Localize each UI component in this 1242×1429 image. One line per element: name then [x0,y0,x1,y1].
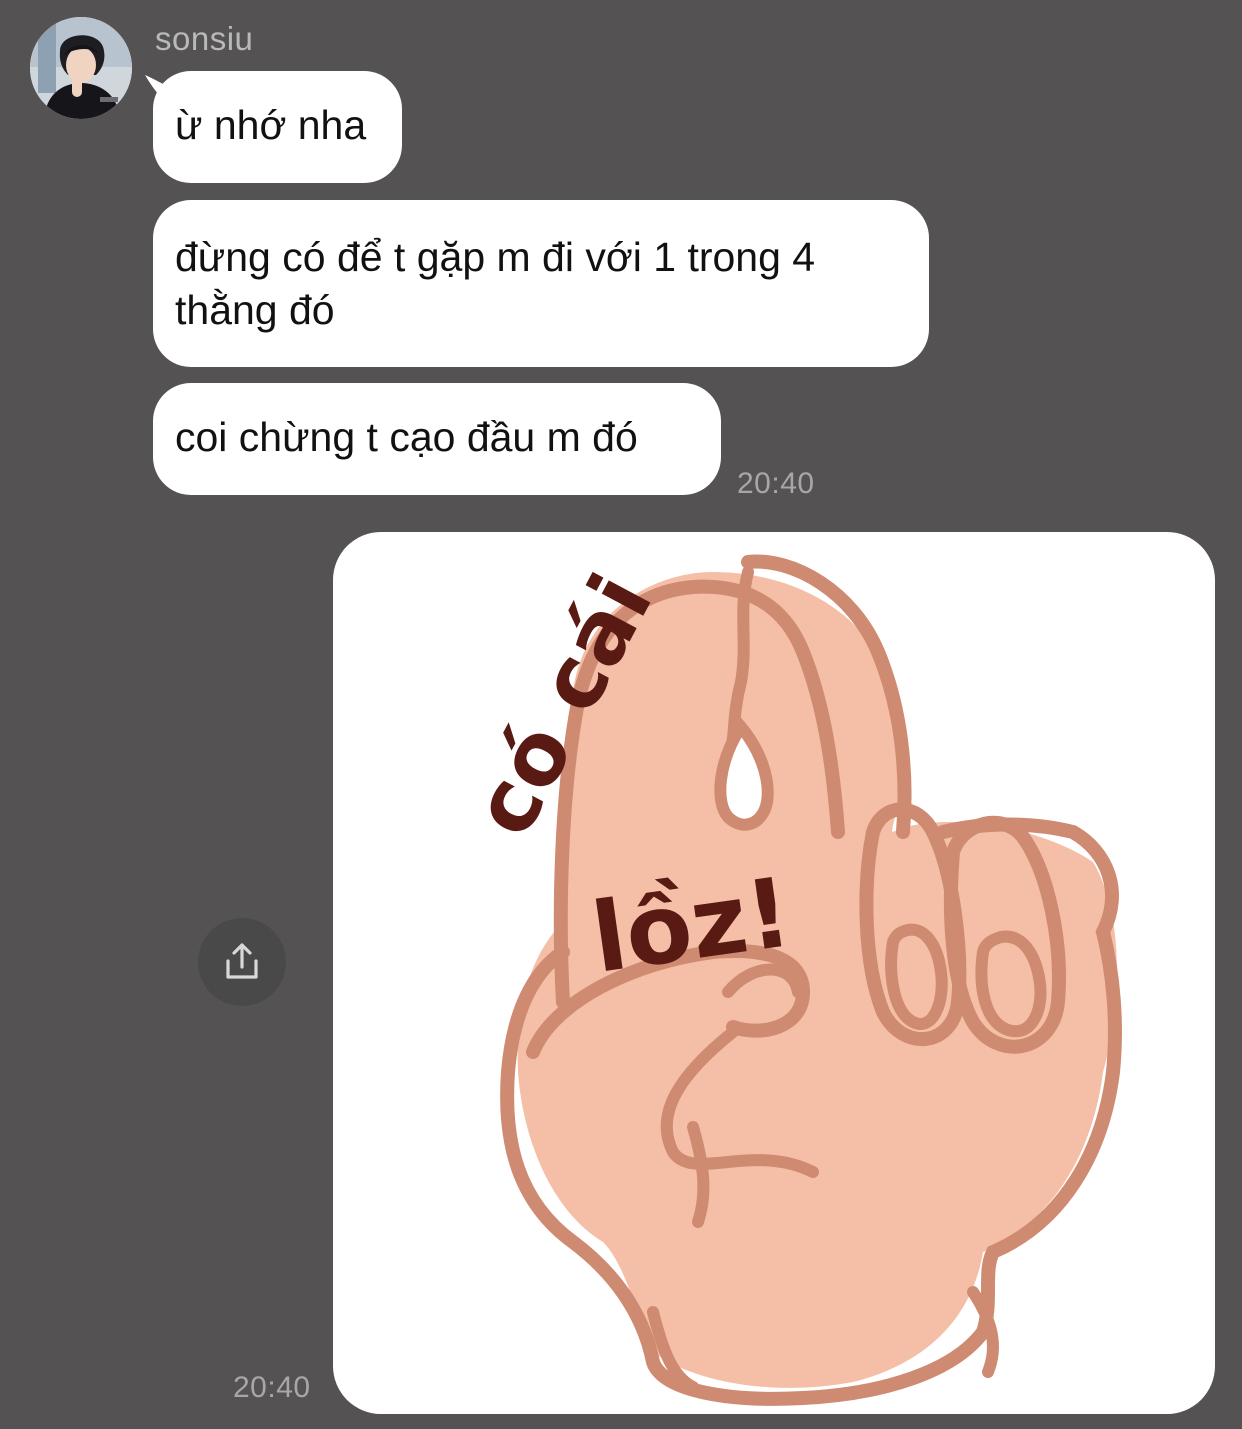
share-icon [226,943,258,979]
sender-avatar[interactable] [30,17,132,119]
message-text: ừ nhớ nha [175,102,367,148]
message-timestamp: 20:40 [737,467,815,500]
message-bubble[interactable]: coi chừng t cạo đầu m đó [153,383,721,495]
message-bubble[interactable]: đừng có để t gặp m đi với 1 trong 4 thằn… [153,200,929,367]
message-text: coi chừng t cạo đầu m đó [175,414,638,460]
message-text: đừng có để t gặp m đi với 1 trong 4 thằn… [175,234,816,333]
message-bubble[interactable]: ừ nhớ nha [153,71,402,183]
message-timestamp: 20:40 [233,1371,311,1404]
hand-ok-sticker: có cái lồz! [453,554,1122,1406]
share-button[interactable] [198,918,286,1006]
sender-name: sonsiu [155,20,254,57]
sticker-message[interactable]: có cái lồz! [333,532,1215,1414]
